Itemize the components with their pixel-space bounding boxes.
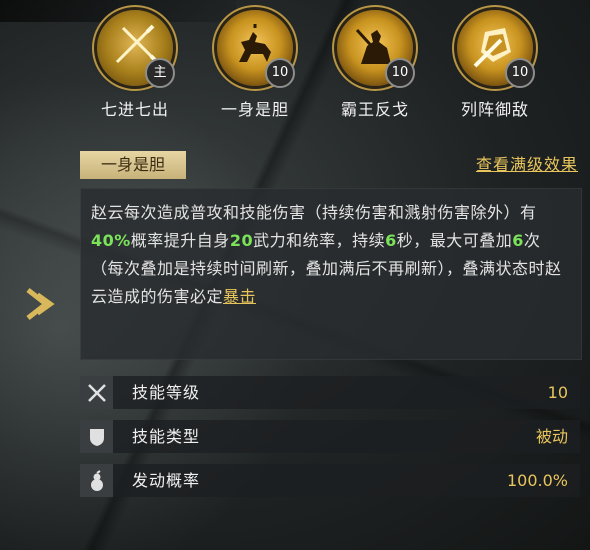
stat-value: 100.0% <box>506 471 568 490</box>
max-stack-value: 6 <box>512 231 524 250</box>
skill-icon-frame: 10 <box>457 10 535 88</box>
skill-stats: 技能等级 10 技能类型 被动 发动概率 100.0% <box>80 376 580 508</box>
skill-icon-frame: 10 <box>217 10 295 88</box>
stat-label: 发动概率 <box>132 471 201 490</box>
skill-description: 赵云每次造成普攻和技能伤害（持续伤害和溅射伤害除外）有40%概率提升自身20武力… <box>91 203 562 306</box>
selected-skill-title: 一身是胆 <box>80 151 186 179</box>
duration-value: 6 <box>385 231 397 250</box>
skill-slot-4[interactable]: 10 列阵御敌 <box>452 10 538 120</box>
crossed-swords-icon <box>80 376 113 409</box>
skill-slot-2[interactable]: 10 一身是胆 <box>212 10 298 120</box>
skill-level-badge: 10 <box>505 58 535 88</box>
view-max-level-link[interactable]: 查看满级效果 <box>476 151 578 175</box>
skill-name: 列阵御敌 <box>460 100 529 119</box>
stat-value: 10 <box>547 383 568 402</box>
chevron-right-icon[interactable] <box>20 284 60 324</box>
skill-name: 一身是胆 <box>220 100 289 119</box>
stat-row-type: 技能类型 被动 <box>80 420 580 453</box>
stat-label: 技能等级 <box>132 383 201 402</box>
skill-level-badge: 主 <box>145 58 175 88</box>
stat-row-level: 技能等级 10 <box>80 376 580 409</box>
stat-row-chance: 发动概率 100.0% <box>80 464 580 497</box>
skill-name: 霸王反戈 <box>340 100 409 119</box>
skill-description-panel: 赵云每次造成普攻和技能伤害（持续伤害和溅射伤害除外）有40%概率提升自身20武力… <box>80 188 582 360</box>
stat-label: 技能类型 <box>132 427 201 446</box>
stat-boost-value: 20 <box>229 231 254 250</box>
skill-level-badge: 10 <box>385 58 415 88</box>
shield-icon <box>80 420 113 453</box>
critical-hit-link[interactable]: 暴击 <box>223 287 256 306</box>
skill-slot-1[interactable]: 主 七进七出 <box>92 10 178 120</box>
chance-value: 40% <box>91 231 131 250</box>
gourd-icon <box>80 464 113 497</box>
stat-value: 被动 <box>535 427 568 446</box>
skill-icon-frame: 10 <box>337 10 415 88</box>
skill-slot-3[interactable]: 10 霸王反戈 <box>332 10 418 120</box>
skill-name: 七进七出 <box>100 100 169 119</box>
skill-icon-frame: 主 <box>97 10 175 88</box>
skill-level-badge: 10 <box>265 58 295 88</box>
skill-bar: 主 七进七出 10 一身是胆 10 霸王反戈 10 列阵御敌 <box>92 10 552 120</box>
